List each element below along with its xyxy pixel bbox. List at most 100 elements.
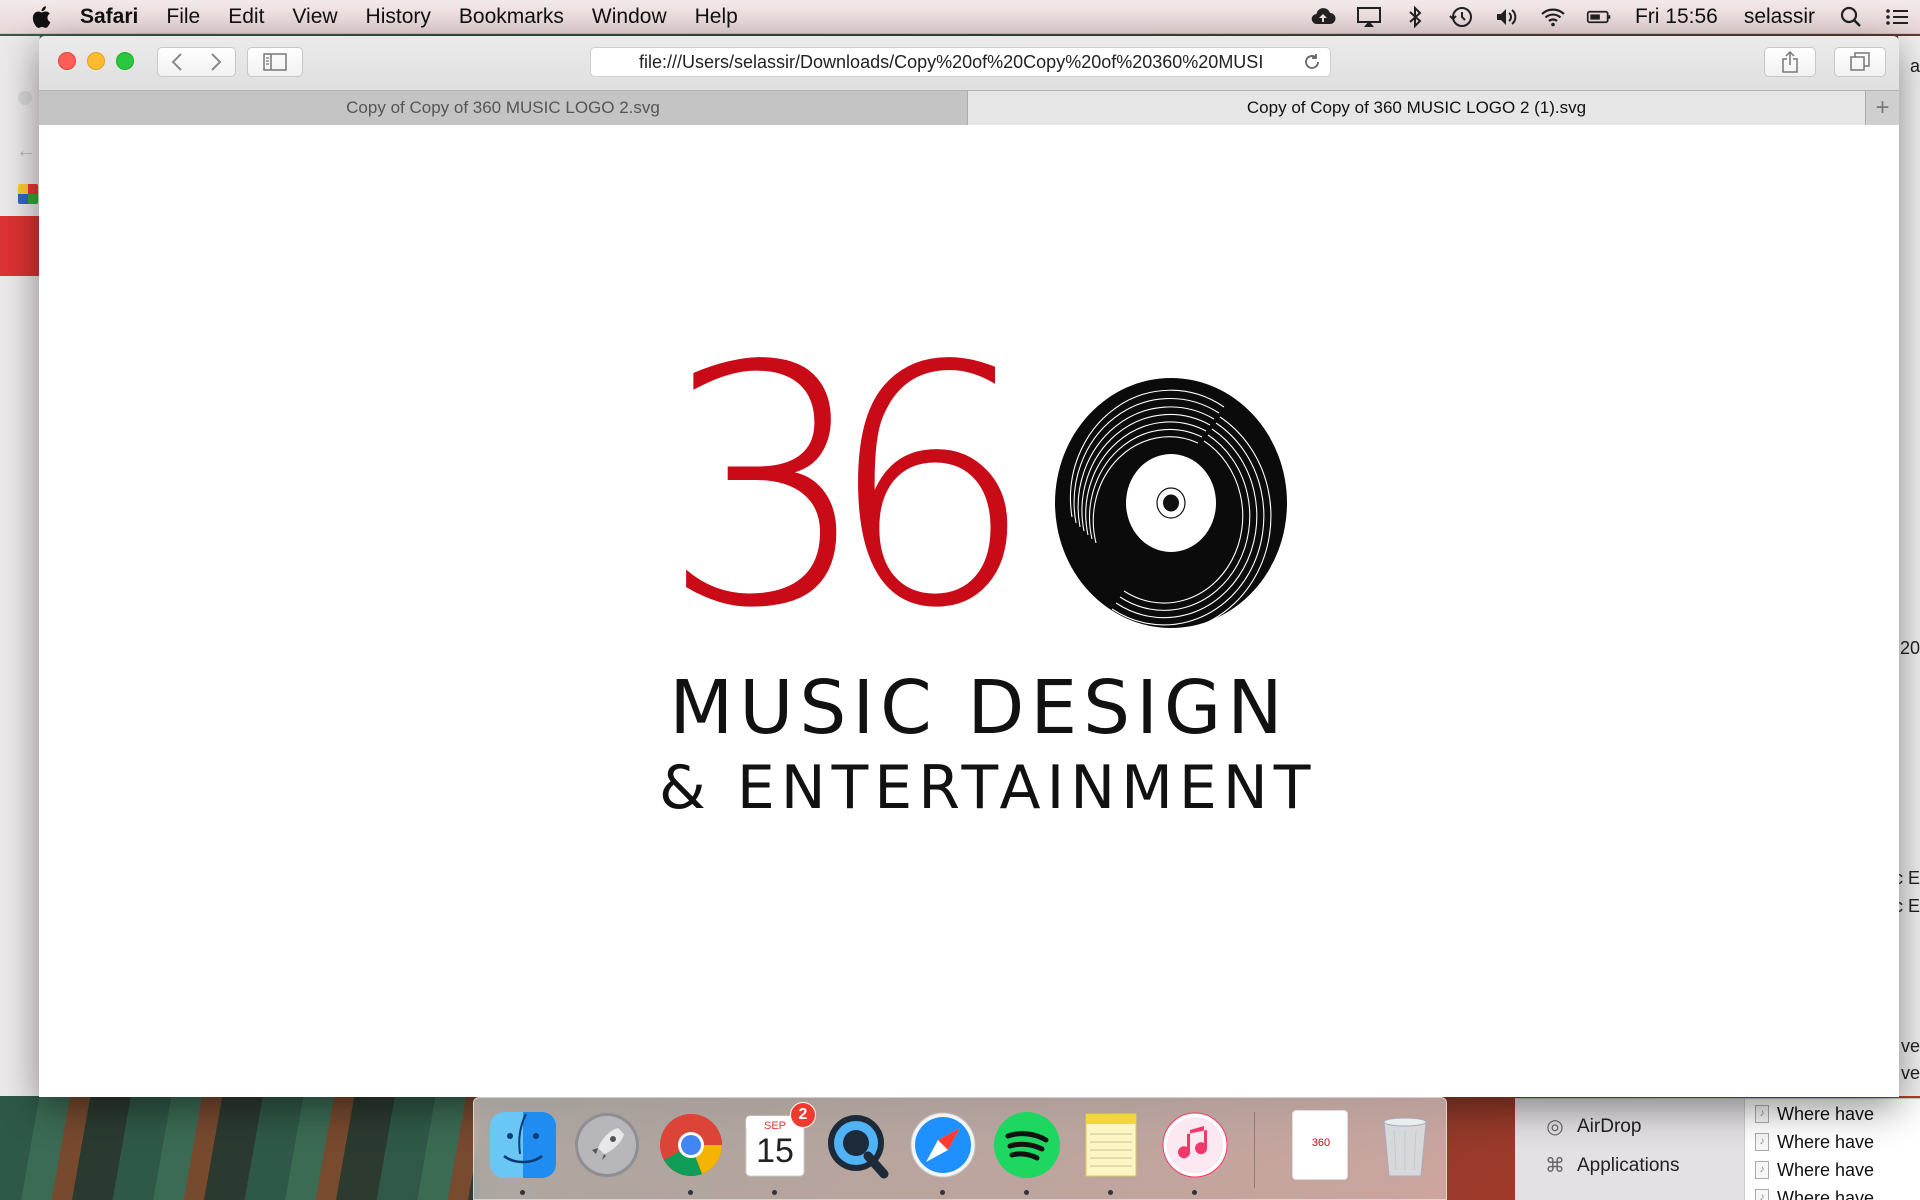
applications-icon: ⌘ xyxy=(1545,1155,1565,1177)
apple-menu-icon[interactable] xyxy=(30,5,52,29)
thumbnail-text: 360 xyxy=(1311,1137,1331,1149)
menu-view[interactable]: View xyxy=(292,5,337,29)
list-item[interactable]: ♪ Where have xyxy=(1745,1128,1920,1156)
airplay-icon[interactable] xyxy=(1346,0,1392,34)
calendar-day: 15 xyxy=(756,1132,794,1170)
notification-badge: 2 xyxy=(790,1102,816,1128)
clock[interactable]: Fri 15:56 xyxy=(1635,5,1718,29)
sidebar-item-label: Applications xyxy=(1577,1155,1680,1176)
notification-center-icon[interactable] xyxy=(1874,0,1920,34)
menu-safari[interactable]: Safari xyxy=(80,5,138,29)
menu-bar: Safari File Edit View History Bookmarks … xyxy=(0,0,1920,34)
list-item[interactable]: ♪ Where have xyxy=(1745,1100,1920,1128)
file-name: Where have xyxy=(1777,1159,1875,1180)
finder-file-list: ♪ Where have ♪ Where have ♪ Where have ♪ Whe… xyxy=(1745,1099,1920,1200)
menu-history[interactable]: History xyxy=(366,5,431,29)
text-fragment: 20 xyxy=(1899,638,1920,658)
safari-toolbar: file:///Users/selassir/Downloads/Copy%20… xyxy=(39,36,1899,125)
tab-bar: Copy of Copy of 360 MUSIC LOGO 2.svg Cop… xyxy=(39,90,1899,125)
menu-window[interactable]: Window xyxy=(592,5,667,29)
new-tab-button[interactable]: + xyxy=(1866,91,1899,125)
show-all-tabs-button[interactable] xyxy=(1834,47,1886,77)
spotlight-search-icon[interactable] xyxy=(1828,0,1874,34)
chevron-left-icon xyxy=(171,53,182,71)
share-button[interactable] xyxy=(1764,47,1816,77)
url-text: file:///Users/selassir/Downloads/Copy%20… xyxy=(639,51,1264,72)
tab-logo-2-1-svg[interactable]: Copy of Copy of 360 MUSIC LOGO 2 (1).svg xyxy=(968,91,1866,125)
list-item[interactable]: ♪ Where have xyxy=(1745,1156,1920,1184)
safari-icon[interactable] xyxy=(908,1110,978,1180)
text-fragment: ve xyxy=(1900,1036,1920,1056)
tabs-overview-icon xyxy=(1850,52,1870,71)
dock: SEP 15 2 360 xyxy=(473,1097,1447,1200)
menu-bookmarks[interactable]: Bookmarks xyxy=(459,5,564,29)
text-fragment: c E xyxy=(1899,868,1920,888)
tab-logo-2-svg[interactable]: Copy of Copy of 360 MUSIC LOGO 2.svg xyxy=(39,91,968,125)
file-name: Where have xyxy=(1777,1103,1875,1124)
menu-edit[interactable]: Edit xyxy=(228,5,264,29)
logo-digits: 3 6 xyxy=(659,323,1059,653)
forward-button[interactable] xyxy=(196,47,236,77)
sidebar-toggle-button[interactable] xyxy=(247,47,303,77)
menu-help[interactable]: Help xyxy=(695,5,738,29)
safari-window: file:///Users/selassir/Downloads/Copy%20… xyxy=(39,36,1899,1097)
menu-file[interactable]: File xyxy=(166,5,200,29)
spotify-icon[interactable] xyxy=(992,1110,1062,1180)
logo-digit-6: 6 xyxy=(826,296,1036,680)
sidebar-item-label: AirDrop xyxy=(1577,1116,1642,1137)
red-tab-fragment xyxy=(0,216,40,276)
wifi-icon[interactable] xyxy=(1530,0,1576,34)
text-fragment: c E xyxy=(1899,896,1920,916)
time-machine-icon[interactable] xyxy=(1438,0,1484,34)
text-fragment: a xyxy=(1909,56,1920,76)
minimize-window-button[interactable] xyxy=(87,52,105,70)
fullscreen-window-button[interactable] xyxy=(116,52,134,70)
file-name: Where have xyxy=(1777,1187,1875,1200)
trash-icon[interactable] xyxy=(1370,1110,1440,1180)
reload-icon[interactable] xyxy=(1302,52,1322,72)
list-item[interactable]: ♪ Where have xyxy=(1745,1184,1920,1200)
sidebar-item-applications[interactable]: ⌘ Applications xyxy=(1543,1154,1679,1178)
audio-file-icon: ♪ xyxy=(1755,1105,1769,1123)
volume-icon[interactable] xyxy=(1484,0,1530,34)
audio-file-icon: ♪ xyxy=(1755,1161,1769,1179)
360-music-logo: 3 6 MUSIC DESIGN & ENTERTAINMENT xyxy=(659,323,1317,835)
finder-sidebar: ◎ AirDrop ⌘ Applications xyxy=(1515,1099,1745,1200)
background-window-right[interactable]: a 20 c E c E ve ve xyxy=(1898,36,1920,1096)
menu-extras: Fri 15:56 selassir xyxy=(1300,0,1920,34)
logo-tagline-music-design: MUSIC DESIGN xyxy=(669,665,1289,751)
airdrop-icon: ◎ xyxy=(1546,1116,1564,1138)
bluetooth-icon[interactable] xyxy=(1392,0,1438,34)
apps-grid-icon xyxy=(18,184,38,204)
chevron-right-icon xyxy=(210,53,221,71)
back-button[interactable] xyxy=(157,47,197,77)
running-indicator xyxy=(1192,1190,1197,1195)
itunes-icon[interactable] xyxy=(1160,1110,1230,1180)
finder-window-fragment: ◎ AirDrop ⌘ Applications ♪ Where have ♪ Wh… xyxy=(1515,1098,1920,1200)
cloud-upload-icon[interactable] xyxy=(1300,0,1346,34)
running-indicator xyxy=(520,1190,525,1195)
close-window-button[interactable] xyxy=(58,52,76,70)
running-indicator xyxy=(688,1190,693,1195)
notes-icon[interactable] xyxy=(1076,1110,1146,1180)
share-icon xyxy=(1782,51,1798,73)
background-window-left[interactable]: ← xyxy=(0,36,40,1096)
chrome-icon[interactable] xyxy=(656,1110,726,1180)
address-bar[interactable]: file:///Users/selassir/Downloads/Copy%20… xyxy=(590,47,1331,77)
audio-file-icon: ♪ xyxy=(1755,1133,1769,1151)
launchpad-icon[interactable] xyxy=(572,1110,642,1180)
vinyl-record-icon xyxy=(1055,378,1287,629)
sidebar-item-airdrop[interactable]: ◎ AirDrop xyxy=(1543,1115,1641,1139)
running-indicator xyxy=(1108,1190,1113,1195)
calendar-icon[interactable]: SEP 15 2 xyxy=(740,1102,816,1180)
finder-icon[interactable] xyxy=(488,1110,558,1180)
battery-icon[interactable] xyxy=(1576,0,1622,34)
document-thumbnail-icon[interactable]: 360 xyxy=(1292,1110,1348,1180)
running-indicator xyxy=(940,1190,945,1195)
file-name: Where have xyxy=(1777,1131,1875,1152)
window-button-inactive xyxy=(18,91,32,105)
user-menu[interactable]: selassir xyxy=(1744,5,1815,29)
quicktime-icon[interactable] xyxy=(824,1110,894,1180)
logo-tagline-entertainment: & ENTERTAINMENT xyxy=(659,753,1317,823)
plus-icon: + xyxy=(1875,94,1890,121)
